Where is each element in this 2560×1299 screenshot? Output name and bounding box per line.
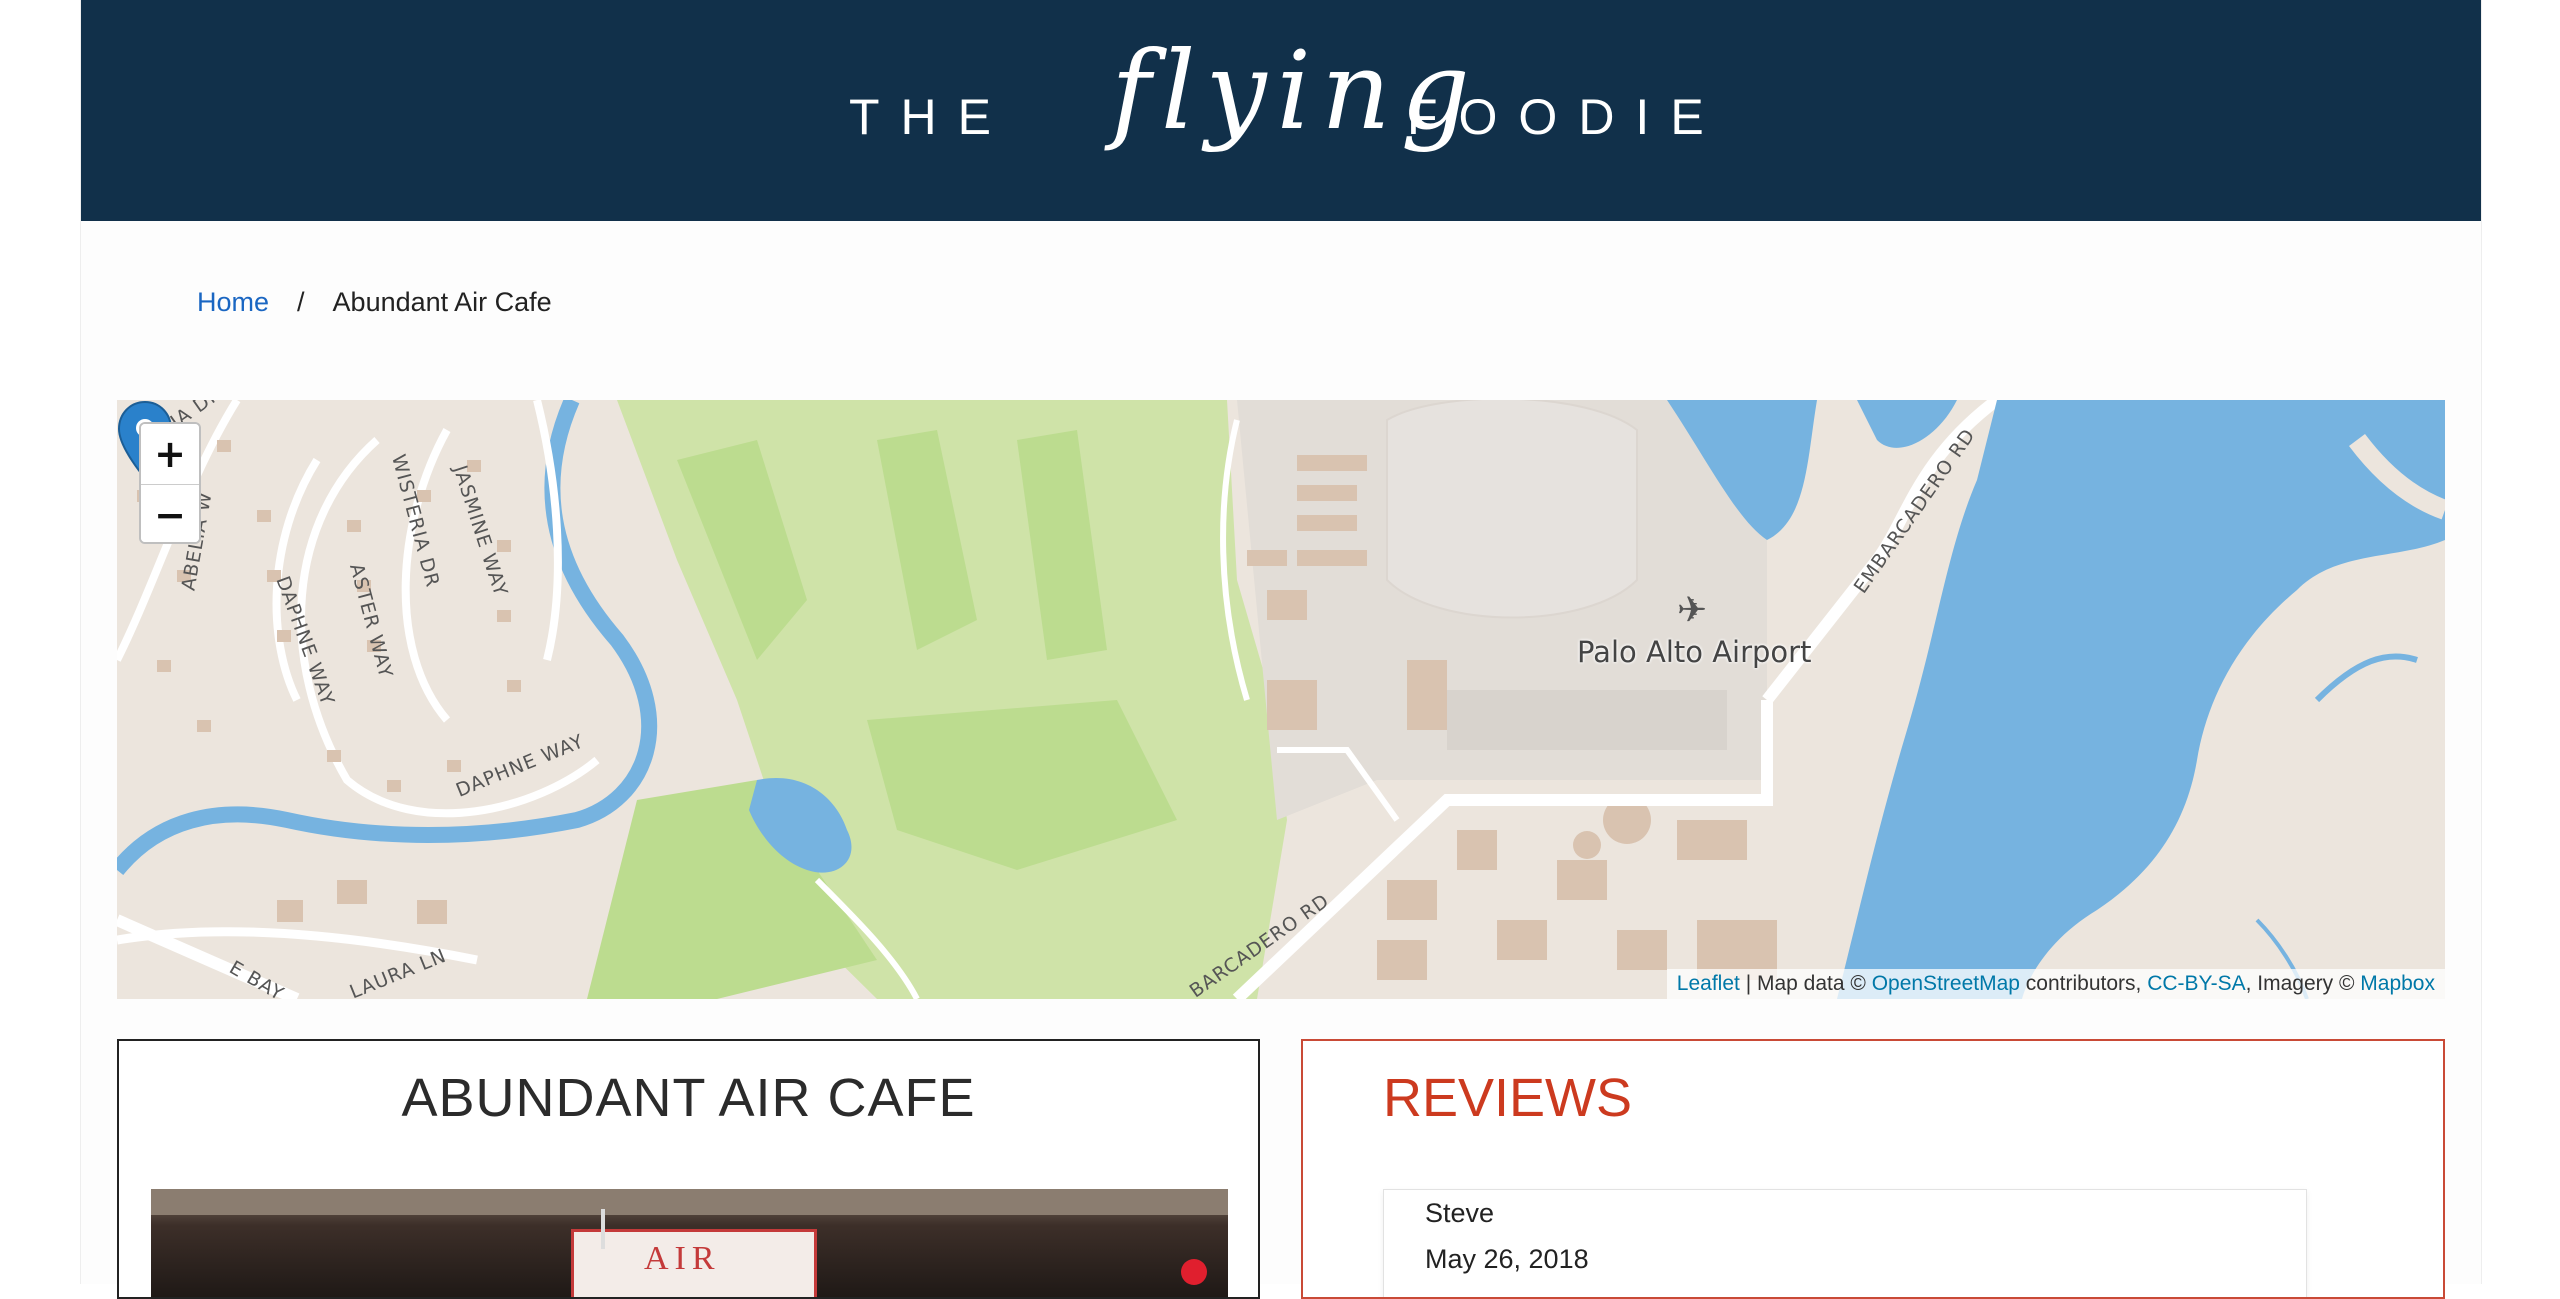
zoom-out-button[interactable]: − bbox=[141, 485, 199, 542]
site-header: THE flying FOODIE bbox=[81, 0, 2481, 221]
mapbox-link[interactable]: Mapbox bbox=[2360, 972, 2435, 995]
openstreetmap-link[interactable]: OpenStreetMap bbox=[1872, 972, 2020, 995]
zoom-control: + − bbox=[139, 422, 201, 544]
breadcrumb-home-link[interactable]: Home bbox=[197, 287, 269, 318]
cafe-photo: AIR bbox=[151, 1189, 1228, 1297]
airport-icon: ✈ bbox=[1677, 590, 1708, 631]
attribution-text: contributors, bbox=[2019, 972, 2148, 995]
zoom-in-button[interactable]: + bbox=[141, 424, 199, 485]
map-attribution: Leaflet | Map data © OpenStreetMap contr… bbox=[1666, 969, 2445, 999]
license-link[interactable]: CC-BY-SA bbox=[2147, 972, 2245, 995]
airport-label: Palo Alto Airport bbox=[1577, 635, 1812, 669]
reviews-card: REVIEWS Steve May 26, 2018 bbox=[1301, 1039, 2445, 1299]
review-item: Steve May 26, 2018 bbox=[1383, 1189, 2307, 1297]
leaflet-link[interactable]: Leaflet bbox=[1677, 972, 1740, 995]
reviews-title: REVIEWS bbox=[1383, 1068, 1633, 1128]
review-date: May 26, 2018 bbox=[1425, 1244, 1589, 1274]
photo-pole bbox=[601, 1209, 605, 1249]
attribution-text: | Map data © bbox=[1739, 972, 1872, 995]
photo-awning bbox=[151, 1189, 1228, 1215]
photo-sign: AIR bbox=[571, 1229, 817, 1297]
logo-the-text: THE bbox=[849, 89, 1012, 145]
logo-foodie-text: FOODIE bbox=[1407, 89, 1725, 145]
photo-sign-text: AIR bbox=[644, 1240, 721, 1277]
cafe-card: ABUNDANT AIR CAFE AIR bbox=[117, 1039, 1260, 1299]
review-author: Steve bbox=[1425, 1198, 1495, 1228]
location-map[interactable]: ✈ Palo Alto Airport ABELIA W DAPHNE WAY … bbox=[117, 400, 2445, 999]
breadcrumb-separator: / bbox=[297, 287, 305, 317]
photo-red-light bbox=[1181, 1259, 1207, 1285]
attribution-text: , Imagery © bbox=[2245, 972, 2361, 995]
page-container: THE flying FOODIE Home / Abundant Air Ca… bbox=[80, 0, 2482, 1299]
breadcrumb-current: Abundant Air Cafe bbox=[332, 287, 552, 317]
site-logo[interactable]: THE flying FOODIE bbox=[81, 0, 2481, 221]
breadcrumb: Home / Abundant Air Cafe bbox=[197, 287, 552, 318]
cafe-title: ABUNDANT AIR CAFE bbox=[401, 1068, 976, 1128]
